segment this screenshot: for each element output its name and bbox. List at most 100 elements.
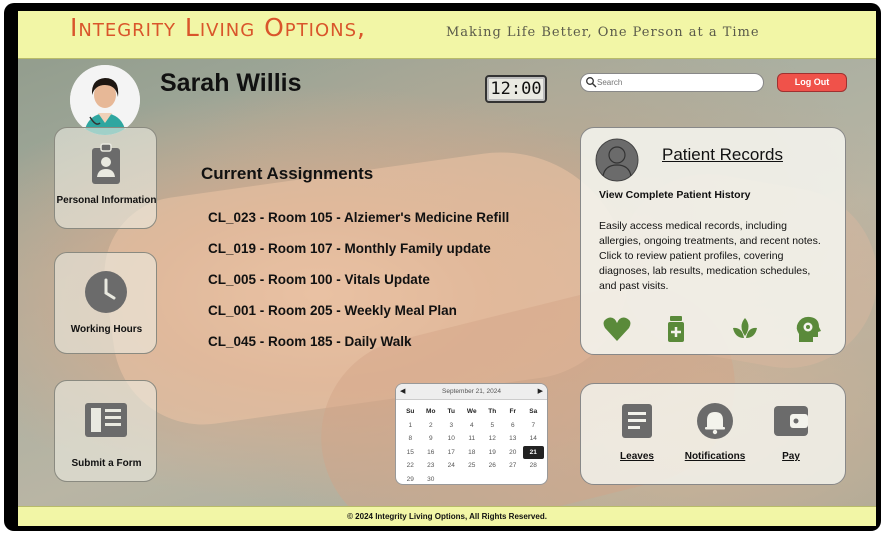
heart-icon[interactable] (602, 314, 632, 344)
clock-icon (85, 271, 127, 313)
patient-records-card[interactable]: Patient Records View Complete Patient Hi… (580, 127, 846, 355)
calendar-day[interactable]: 4 (462, 419, 483, 433)
calendar-month-label: September 21, 2024 (442, 388, 501, 395)
calendar-week-row: 22 23 24 25 26 27 28 (400, 459, 544, 473)
brand-title: Integrity Living Options, (70, 13, 366, 42)
monitor-frame: Integrity Living Options, Making Life Be… (4, 3, 881, 531)
working-hours-card[interactable]: Working Hours (54, 252, 157, 354)
assignment-item[interactable]: CL_019 - Room 107 - Monthly Family updat… (208, 241, 509, 272)
notifications-link[interactable]: Notifications (675, 402, 755, 462)
user-name: Sarah Willis (160, 69, 302, 97)
calendar-day[interactable]: 26 (482, 459, 503, 473)
leaves-link[interactable]: Leaves (597, 402, 677, 462)
brand-tagline: Making Life Better, One Person at a Time (446, 25, 760, 40)
calendar-day[interactable]: 28 (523, 459, 544, 473)
calendar-header: ◀ September 21, 2024 ▶ (396, 384, 547, 400)
calendar-day[interactable]: 6 (503, 419, 524, 433)
leaf-icon[interactable] (730, 314, 760, 344)
calendar-grid: Su Mo Tu We Th Fr Sa 1 2 3 4 5 6 7 8 9 10 11 12 13 14 15 16 17 1… (400, 405, 544, 485)
calendar-day[interactable]: 22 (400, 459, 421, 473)
calendar-day (523, 473, 544, 485)
calendar-next-button[interactable]: ▶ (538, 387, 543, 395)
app-screen: Integrity Living Options, Making Life Be… (18, 11, 876, 526)
calendar-day[interactable]: 25 (462, 459, 483, 473)
assignment-item[interactable]: CL_005 - Room 100 - Vitals Update (208, 272, 509, 303)
calendar-day[interactable]: 23 (421, 459, 442, 473)
calendar-weekday: Mo (426, 408, 436, 415)
calendar-weekday: We (466, 408, 477, 415)
calendar-day[interactable]: 17 (441, 446, 462, 460)
calendar-weekday: Su (406, 408, 415, 415)
calendar-day (482, 473, 503, 485)
search-bar[interactable] (580, 73, 764, 92)
calendar-day[interactable]: 29 (400, 473, 421, 485)
calendar-day[interactable]: 30 (421, 473, 442, 485)
submit-form-card[interactable]: Submit a Form (54, 380, 157, 482)
leaves-label: Leaves (620, 451, 654, 462)
calendar-day[interactable]: 15 (400, 446, 421, 460)
header-banner: Integrity Living Options, Making Life Be… (18, 11, 876, 59)
calendar-day[interactable]: 3 (441, 419, 462, 433)
search-input[interactable] (597, 75, 757, 90)
calendar-day[interactable]: 5 (482, 419, 503, 433)
form-icon (85, 403, 127, 437)
document-icon (622, 404, 652, 438)
calendar-weekday: Fr (509, 408, 517, 415)
calendar-day[interactable]: 7 (523, 419, 544, 433)
logout-button[interactable]: Log Out (777, 73, 847, 92)
calendar-day[interactable]: 24 (441, 459, 462, 473)
calendar-day[interactable]: 14 (523, 432, 544, 446)
bell-icon (697, 403, 733, 439)
calendar-day[interactable]: 1 (400, 419, 421, 433)
calendar-day[interactable]: 20 (503, 446, 524, 460)
calendar-day[interactable]: 19 (482, 446, 503, 460)
assignment-item[interactable]: CL_023 - Room 105 - Alziemer's Medicine … (208, 210, 509, 241)
personal-information-label: Personal Information (56, 195, 157, 206)
avatar[interactable] (70, 65, 140, 135)
calendar-weekday: Sa (529, 408, 538, 415)
calendar-day[interactable]: 9 (421, 432, 442, 446)
id-badge-icon (92, 143, 120, 184)
calendar-weekday-row: Su Mo Tu We Th Fr Sa (400, 405, 544, 419)
footer: © 2024 Integrity Living Options, All Rig… (18, 506, 876, 526)
calendar-weekday: Tu (447, 408, 455, 415)
calendar-week-row: 1234567 (400, 419, 544, 433)
personal-information-card[interactable]: Personal Information (54, 127, 157, 229)
calendar-day (462, 473, 483, 485)
calendar-day (503, 473, 524, 485)
calendar-day (441, 473, 462, 485)
patient-records-title[interactable]: Patient Records (662, 145, 783, 165)
medicine-bottle-icon[interactable] (661, 314, 691, 344)
assignments-list: CL_023 - Room 105 - Alziemer's Medicine … (208, 210, 509, 365)
working-hours-label: Working Hours (70, 324, 143, 335)
calendar-day[interactable]: 13 (503, 432, 524, 446)
nurse-avatar-icon (70, 65, 140, 135)
search-icon (586, 77, 597, 88)
notifications-label: Notifications (684, 451, 746, 462)
submit-form-label: Submit a Form (71, 458, 142, 469)
calendar-day[interactable]: 2 (421, 419, 442, 433)
calendar-day[interactable]: 11 (462, 432, 483, 446)
wallet-icon (774, 406, 808, 436)
calendar-day[interactable]: 8 (400, 432, 421, 446)
patient-history-subtitle: View Complete Patient History (599, 189, 751, 201)
assignment-item[interactable]: CL_045 - Room 185 - Daily Walk (208, 334, 509, 365)
user-silhouette-icon (595, 138, 639, 182)
head-gear-icon[interactable] (793, 314, 823, 344)
calendar-widget[interactable]: ◀ September 21, 2024 ▶ Su Mo Tu We Th Fr Sa 1 2 3… (395, 383, 548, 485)
assignments-title: Current Assignments (201, 164, 374, 183)
assignment-item[interactable]: CL_001 - Room 205 - Weekly Meal Plan (208, 303, 509, 334)
calendar-day-selected[interactable]: 21 (523, 445, 544, 459)
calendar-day[interactable]: 27 (503, 459, 524, 473)
patient-records-description: Easily access medical records, including… (599, 219, 829, 294)
calendar-week-row: 8 9 10 11 12 13 14 (400, 432, 544, 446)
calendar-week-row: 29 30 (400, 473, 544, 485)
calendar-day[interactable]: 12 (482, 432, 503, 446)
quick-links-card: Leaves Notifications Pay (580, 383, 846, 485)
pay-link[interactable]: Pay (751, 402, 831, 462)
description-paragraph: Easily access medical records, including… (599, 220, 821, 247)
calendar-day[interactable]: 16 (421, 446, 442, 460)
calendar-day[interactable]: 18 (462, 446, 483, 460)
calendar-day[interactable]: 10 (441, 432, 462, 446)
pay-label: Pay (782, 451, 800, 462)
